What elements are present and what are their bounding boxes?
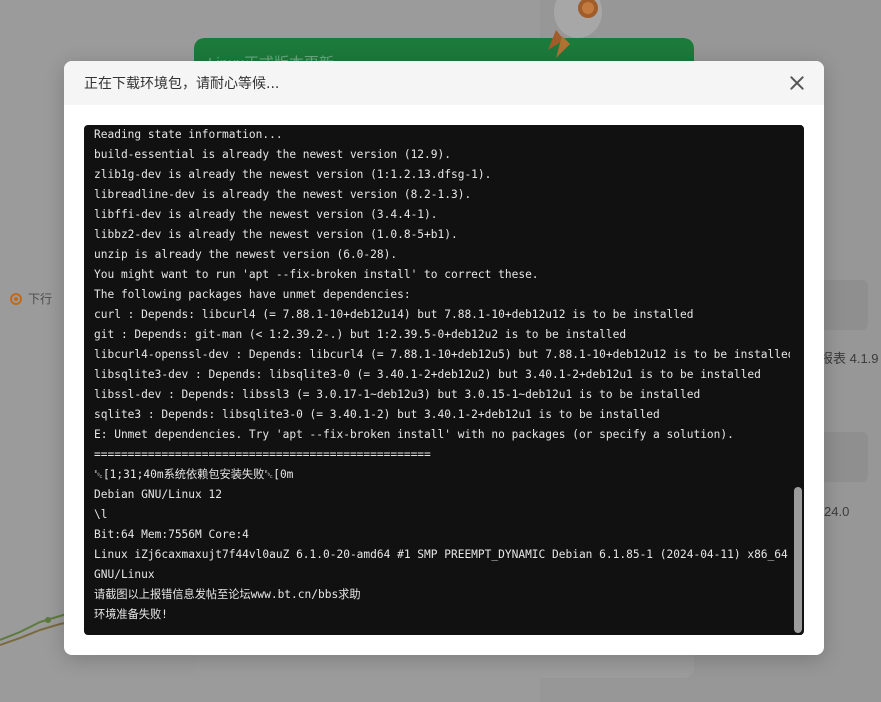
terminal-line: curl : Depends: libcurl4 (= 7.88.1-10+de… bbox=[94, 308, 694, 321]
terminal-line: libbz2-dev is already the newest version… bbox=[94, 228, 458, 241]
dialog-header: 正在下载环境包，请耐心等候... bbox=[64, 61, 824, 105]
terminal-line: ␛[1;31;40m系统依赖包安装失败␛[0m bbox=[94, 468, 294, 481]
scrollbar-thumb[interactable] bbox=[794, 487, 802, 633]
terminal-line: ========================================… bbox=[94, 448, 431, 461]
terminal-line: Debian GNU/Linux 12 bbox=[94, 488, 222, 501]
terminal-line: libcurl4-openssl-dev : Depends: libcurl4… bbox=[94, 348, 790, 361]
terminal-line: \l bbox=[94, 508, 108, 521]
dialog-title: 正在下载环境包，请耐心等候... bbox=[84, 76, 280, 92]
terminal-content: Reading state information... build-essent… bbox=[94, 125, 790, 625]
terminal-line: libreadline-dev is already the newest ve… bbox=[94, 188, 472, 201]
terminal-line: Bit:64 Mem:7556M Core:4 bbox=[94, 528, 249, 541]
terminal-line: E: Unmet dependencies. Try 'apt --fix-br… bbox=[94, 428, 734, 441]
terminal-line: libssl-dev : Depends: libssl3 (= 3.0.17-… bbox=[94, 388, 701, 401]
terminal-line: Reading state information... bbox=[94, 128, 283, 141]
terminal-line: unzip is already the newest version (6.0… bbox=[94, 248, 398, 261]
terminal-line: zlib1g-dev is already the newest version… bbox=[94, 168, 492, 181]
terminal-line: GNU/Linux bbox=[94, 568, 155, 581]
close-icon[interactable] bbox=[788, 74, 806, 92]
terminal-line: The following packages have unmet depend… bbox=[94, 288, 411, 301]
terminal-line: sqlite3 : Depends: libsqlite3-0 (= 3.40.… bbox=[94, 408, 660, 421]
terminal-line: 请截图以上报错信息发帖至论坛www.bt.cn/bbs求助 bbox=[94, 588, 361, 601]
download-progress-dialog: 正在下载环境包，请耐心等候... Reading state informati… bbox=[64, 61, 824, 655]
terminal-line: libffi-dev is already the newest version… bbox=[94, 208, 438, 221]
terminal-line: Linux iZj6caxmaxujt7f44vl0auZ 6.1.0-20-a… bbox=[94, 548, 788, 561]
terminal-line: build-essential is already the newest ve… bbox=[94, 148, 451, 161]
terminal-line: libsqlite3-dev : Depends: libsqlite3-0 (… bbox=[94, 368, 761, 381]
terminal-scrollbar[interactable] bbox=[794, 125, 802, 635]
terminal-line: git : Depends: git-man (< 1:2.39.2-.) bu… bbox=[94, 328, 627, 341]
terminal-line: 环境准备失败! bbox=[94, 608, 168, 621]
terminal-output[interactable]: Reading state information... build-essent… bbox=[84, 125, 804, 635]
terminal-line: You might want to run 'apt --fix-broken … bbox=[94, 268, 539, 281]
